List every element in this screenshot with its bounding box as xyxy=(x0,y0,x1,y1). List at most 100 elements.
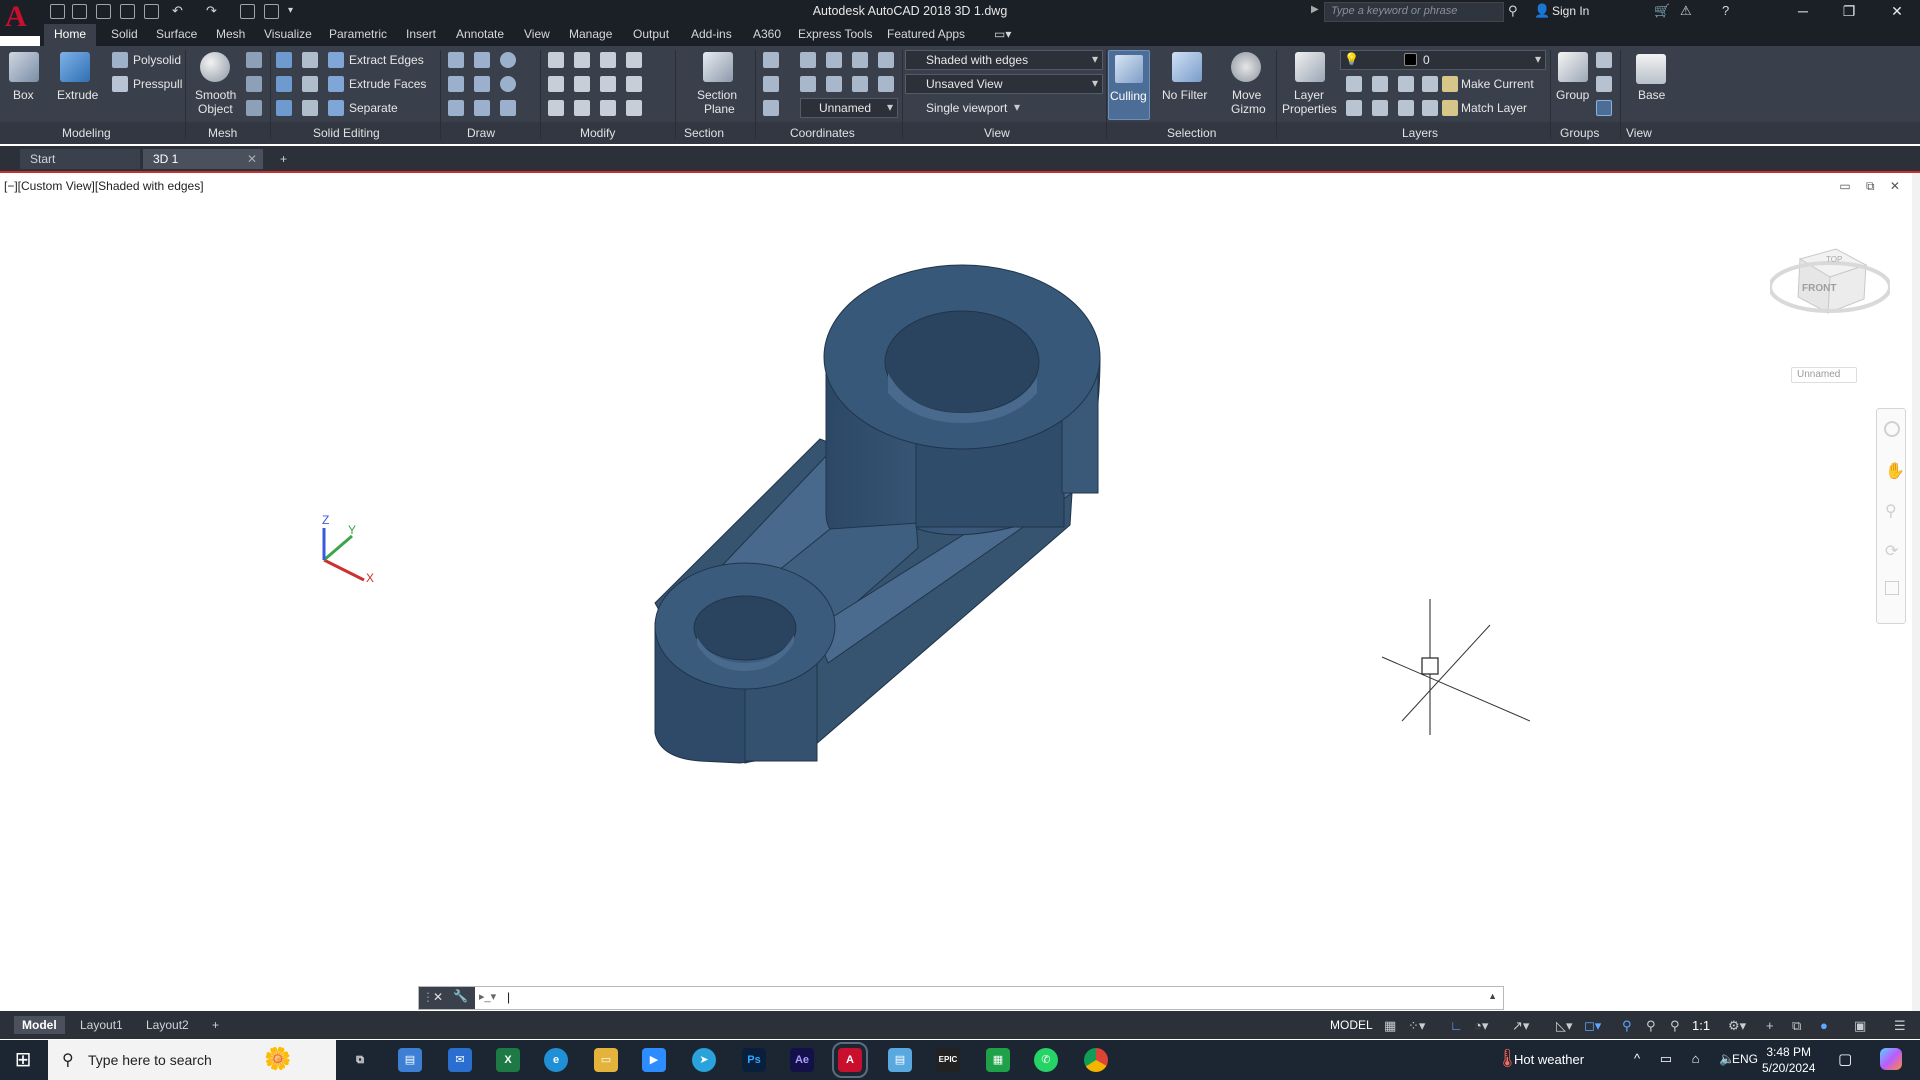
ungroup-icon[interactable] xyxy=(1596,52,1612,68)
ucs-3point-icon[interactable] xyxy=(878,76,894,92)
workspace-gear-icon[interactable]: ⚙▾ xyxy=(1728,1018,1746,1034)
layer-properties-label-1[interactable]: Layer xyxy=(1294,88,1324,102)
layer-properties-label-2[interactable]: Properties xyxy=(1282,102,1337,116)
hatch-icon[interactable] xyxy=(500,100,516,116)
help-icon[interactable]: ? xyxy=(1722,3,1729,18)
windows-start-icon[interactable]: ⊞ xyxy=(0,1040,46,1080)
smooth-object-label-2[interactable]: Object xyxy=(198,102,233,116)
tab-manage[interactable]: Manage xyxy=(569,27,612,41)
layer-freeze-icon[interactable] xyxy=(1398,76,1414,92)
match-layer-icon[interactable] xyxy=(1442,100,1458,116)
minimize-button[interactable]: ─ xyxy=(1780,0,1826,24)
ellipse-icon[interactable] xyxy=(500,76,516,92)
tab-mesh[interactable]: Mesh xyxy=(216,27,245,41)
lightbulb-icon[interactable]: 💡 xyxy=(1344,52,1359,66)
ucs-name-dropdown[interactable]: Unnamed xyxy=(800,98,898,118)
layer-properties-icon[interactable] xyxy=(1295,52,1325,82)
ucs-menu[interactable]: Unnamed xyxy=(1791,367,1857,383)
section-plane-icon[interactable] xyxy=(703,52,733,82)
tab-featured-apps[interactable]: Featured Apps xyxy=(887,27,965,41)
spreadsheet-icon[interactable]: ▦ xyxy=(986,1048,1010,1072)
no-filter-button[interactable]: No Filter xyxy=(1162,88,1207,102)
system-clock[interactable]: 3:48 PM 5/20/2024 xyxy=(1762,1044,1815,1076)
solid-editing-panel-title[interactable]: Solid Editing xyxy=(313,126,380,140)
cart-icon[interactable]: 🛒 xyxy=(1654,3,1670,19)
telegram-icon[interactable]: ➤ xyxy=(692,1048,716,1072)
epic-games-icon[interactable]: EPIC xyxy=(936,1048,960,1072)
no-filter-icon[interactable] xyxy=(1172,52,1202,82)
base-view-button[interactable]: Base xyxy=(1638,88,1665,102)
modeling-panel-title[interactable]: Modeling xyxy=(62,126,111,140)
line-icon[interactable] xyxy=(474,52,490,68)
maximize-button[interactable]: ❐ xyxy=(1826,0,1872,24)
polyline-icon[interactable] xyxy=(448,52,464,68)
open-file-icon[interactable] xyxy=(72,4,87,19)
offset-icon[interactable] xyxy=(574,100,590,116)
layers-panel-title[interactable]: Layers xyxy=(1402,126,1438,140)
customize-icon[interactable]: ☰ xyxy=(1894,1018,1906,1034)
make-current-button[interactable]: Make Current xyxy=(1461,77,1534,91)
edge-icon[interactable]: e xyxy=(544,1048,568,1072)
visual-style-dropdown[interactable]: Shaded with edges xyxy=(905,50,1103,70)
keyword-search-input[interactable]: Type a keyword or phrase xyxy=(1324,2,1504,22)
tab-add-ins[interactable]: Add-ins xyxy=(691,27,732,41)
mesh-panel-title[interactable]: Mesh xyxy=(208,126,237,140)
showmotion-icon[interactable] xyxy=(1885,581,1899,595)
annotation-scale-icon[interactable]: ⚲ xyxy=(1670,1018,1680,1034)
culling-button[interactable]: Culling xyxy=(1108,50,1150,120)
smooth-object-icon[interactable] xyxy=(200,52,230,82)
extrude-faces-button[interactable]: Extrude Faces xyxy=(349,77,426,91)
workspace-icon[interactable] xyxy=(240,4,255,19)
steering-wheel-icon[interactable] xyxy=(1884,421,1900,437)
undo-icon[interactable]: ↶ xyxy=(172,3,183,19)
mirror-icon[interactable] xyxy=(626,52,642,68)
rotate-icon[interactable] xyxy=(574,52,590,68)
isodraft-icon[interactable]: ↗▾ xyxy=(1512,1018,1529,1034)
annotation-visibility-icon[interactable]: ⚲ xyxy=(1622,1018,1632,1034)
group-selection-icon[interactable] xyxy=(1596,100,1612,116)
snap-icon[interactable]: ⁘▾ xyxy=(1408,1018,1425,1034)
photoshop-icon[interactable]: Ps xyxy=(742,1048,766,1072)
customize-qat-icon[interactable]: ▾ xyxy=(288,5,293,16)
union-icon[interactable] xyxy=(276,52,292,68)
smooth-object-label-1[interactable]: Smooth xyxy=(195,88,236,102)
add-layout-button[interactable]: + xyxy=(204,1016,227,1034)
spline-icon[interactable] xyxy=(448,76,464,92)
group-icon[interactable] xyxy=(1558,52,1588,82)
3d-model[interactable] xyxy=(0,173,1920,1011)
store-icon[interactable]: ▤ xyxy=(398,1048,422,1072)
weather-widget[interactable]: Hot weather xyxy=(1514,1052,1584,1067)
navigation-bar[interactable]: ✋ ⚲ ⟳ xyxy=(1876,408,1906,624)
hardware-accel-icon[interactable]: ● xyxy=(1820,1018,1828,1033)
model-space-button[interactable]: MODEL xyxy=(1330,1018,1373,1032)
presspull-icon[interactable] xyxy=(112,76,128,92)
mesh-tool-icon[interactable] xyxy=(246,76,262,92)
command-input[interactable]: | xyxy=(507,990,510,1004)
tab-a360[interactable]: A360 xyxy=(753,27,781,41)
copy-icon[interactable] xyxy=(600,52,616,68)
copilot-icon[interactable] xyxy=(1880,1048,1902,1070)
section-plane-label-1[interactable]: Section xyxy=(697,88,737,102)
grid-icon[interactable]: ▦ xyxy=(1384,1018,1396,1034)
doc-tab-start[interactable]: Start xyxy=(20,149,140,169)
base-view-icon[interactable] xyxy=(1636,54,1666,84)
clean-screen-icon[interactable]: ▣ xyxy=(1854,1018,1866,1034)
viewport-scrollbar[interactable] xyxy=(1912,173,1920,1011)
ucs-y-icon[interactable] xyxy=(852,52,868,68)
command-line[interactable]: ⋮ ✕ 🔧 ▸_▾ | ▲ xyxy=(418,986,1504,1010)
tab-parametric[interactable]: Parametric xyxy=(329,27,387,41)
notifications-icon[interactable]: ▢ xyxy=(1838,1050,1852,1068)
layout-tab-model[interactable]: Model xyxy=(14,1016,65,1034)
auto-scale-icon[interactable]: ⚲ xyxy=(1646,1018,1656,1034)
subtract-icon[interactable] xyxy=(276,76,292,92)
separate-button[interactable]: Separate xyxy=(349,101,398,115)
tab-visualize[interactable]: Visualize xyxy=(264,27,312,41)
layer-lock-icon[interactable] xyxy=(1422,76,1438,92)
mesh-tool-icon[interactable] xyxy=(246,100,262,116)
erase-icon[interactable] xyxy=(548,100,564,116)
ucs-face-icon[interactable] xyxy=(852,76,868,92)
move-gizmo-icon[interactable] xyxy=(1231,52,1261,82)
draw-panel-title[interactable]: Draw xyxy=(467,126,495,140)
layer-on-icon[interactable] xyxy=(1346,100,1362,116)
taskbar-search[interactable]: ⚲ Type here to search 🌼 xyxy=(48,1040,336,1080)
